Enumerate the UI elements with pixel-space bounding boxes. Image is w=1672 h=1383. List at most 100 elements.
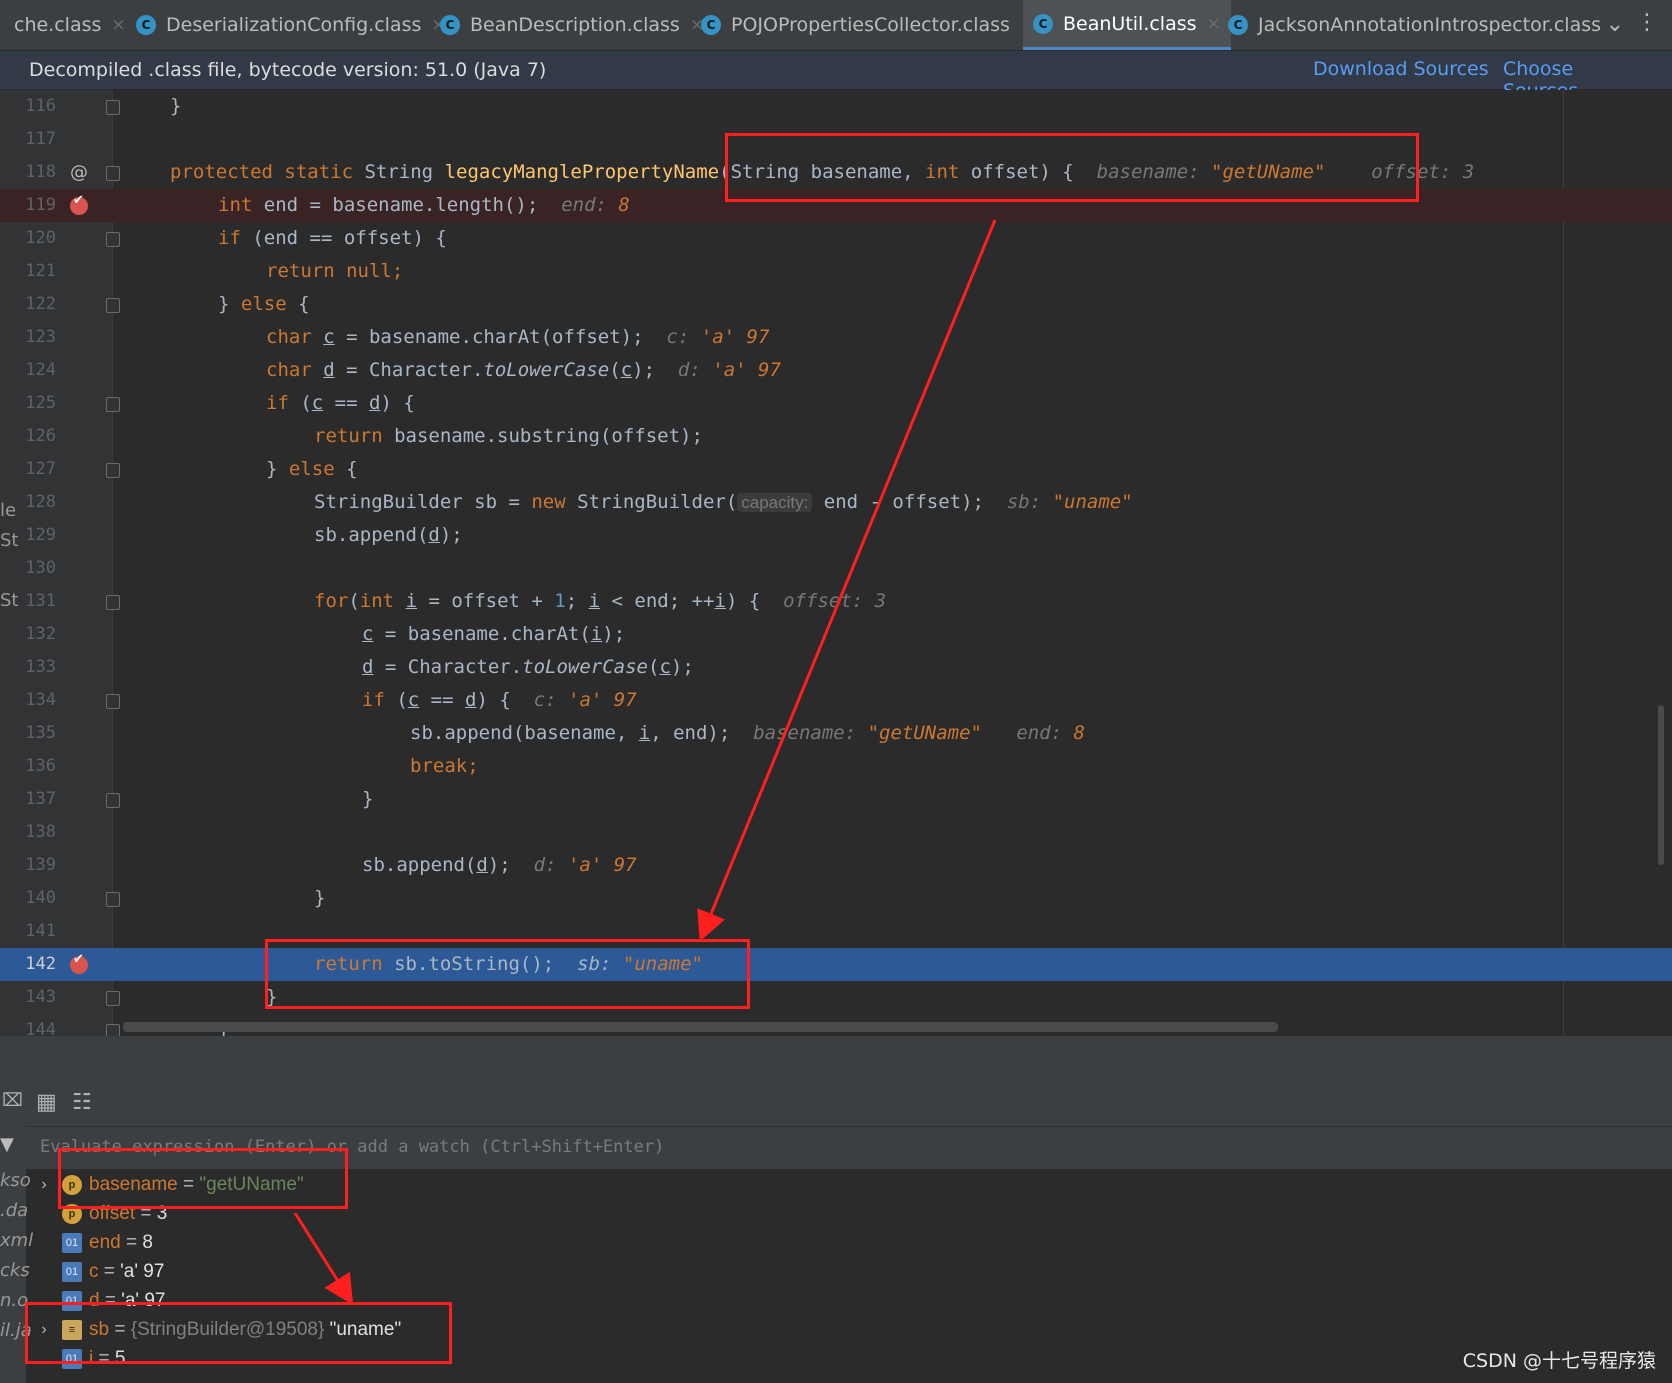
tab-label: BeanDescription.class xyxy=(470,14,680,36)
code-line: 140 } xyxy=(0,882,1672,915)
close-icon[interactable]: × xyxy=(111,15,125,35)
code-text: sb.append(basename, i, end); basename: "… xyxy=(410,722,1085,744)
line-number: 137 xyxy=(25,789,56,809)
tab-label: DeserializationConfig.class xyxy=(166,14,422,36)
variable-row[interactable]: › p basename = "getUName" xyxy=(26,1170,304,1200)
clipped-frame-text: .da xyxy=(0,1200,29,1221)
line-number: 132 xyxy=(25,624,56,644)
tab-label: POJOPropertiesCollector.class xyxy=(731,14,1010,36)
code-line: 138 xyxy=(0,816,1672,849)
tab-label: che.class xyxy=(14,14,102,36)
code-line: 121 return null; xyxy=(0,255,1672,288)
variable-row[interactable]: 01 c = 'a' 97 xyxy=(26,1257,164,1287)
tab-pojo-properties-collector[interactable]: C POJOPropertiesCollector.class × xyxy=(701,0,1034,50)
inline-debug-value: offset: 3 xyxy=(1371,161,1475,183)
fold-icon[interactable] xyxy=(106,166,120,181)
primitive-icon: 01 xyxy=(62,1233,82,1253)
debugger-panel: ⌧ ▦ ☷ ▼ Evaluate expression (Enter) or a… xyxy=(0,1036,1672,1383)
line-number: 135 xyxy=(25,723,56,743)
code-line: 136 break; xyxy=(0,750,1672,783)
line-number: 125 xyxy=(25,393,56,413)
code-text: StringBuilder sb = new StringBuilder(cap… xyxy=(314,491,1133,513)
code-line: 137 } xyxy=(0,783,1672,816)
line-number: 142 xyxy=(25,954,56,974)
more-icon[interactable]: ⋮ xyxy=(1636,10,1658,35)
primitive-icon: 01 xyxy=(62,1349,82,1369)
collapse-arrow-icon[interactable]: ▼ xyxy=(0,1134,14,1155)
fold-icon[interactable] xyxy=(106,100,120,115)
code-text: d = Character.toLowerCase(c); xyxy=(362,656,694,678)
variable-row[interactable]: 01 i = 5 xyxy=(26,1344,125,1374)
line-number: 138 xyxy=(25,822,56,842)
tab-bean-util[interactable]: C BeanUtil.class × xyxy=(1023,0,1231,50)
download-sources-link[interactable]: Download Sources xyxy=(1313,58,1489,80)
debugger-toolbar: ⌧ ▦ ☷ xyxy=(0,1078,1672,1126)
code-line: 132 c = basename.charAt(i); xyxy=(0,618,1672,651)
code-line: 124 char d = Character.toLowerCase(c); d… xyxy=(0,354,1672,387)
tab-jackson-annotation-introspector[interactable]: C JacksonAnnotationIntrospector.class xyxy=(1228,0,1601,50)
fold-icon[interactable] xyxy=(106,991,120,1006)
code-line: 134 if (c == d) { c: 'a' 97 xyxy=(0,684,1672,717)
code-line: 141 xyxy=(0,915,1672,948)
editor-tab-bar: che.class × C DeserializationConfig.clas… xyxy=(0,0,1672,51)
code-line: 143 } xyxy=(0,981,1672,1014)
clipped-panel-text: St xyxy=(0,530,19,551)
fold-icon[interactable] xyxy=(106,1024,120,1036)
code-line: 123 char c = basename.charAt(offset); c:… xyxy=(0,321,1672,354)
object-icon: ≡ xyxy=(62,1320,82,1340)
evaluate-placeholder: Evaluate expression (Enter) or add a wat… xyxy=(40,1137,665,1157)
code-text: } else { xyxy=(266,458,358,480)
watermark: CSDN @十七号程序猿 xyxy=(1462,1350,1656,1372)
fold-icon[interactable] xyxy=(106,298,120,313)
chevron-right-icon[interactable]: › xyxy=(26,1176,62,1194)
code-editor[interactable]: 116 } 117 118 @ protected static String … xyxy=(0,90,1672,1036)
vertical-scrollbar[interactable] xyxy=(1658,705,1664,865)
fold-icon[interactable] xyxy=(106,892,120,907)
table-view-icon[interactable]: ▦ xyxy=(36,1090,57,1115)
code-line: 120 if (end == offset) { xyxy=(0,222,1672,255)
code-text: } xyxy=(314,887,326,909)
variable-row[interactable]: 01 d = 'a' 97 xyxy=(26,1286,165,1316)
parameter-hint: capacity: xyxy=(737,493,813,512)
line-number: 126 xyxy=(25,426,56,446)
code-line: 139 sb.append(d); d: 'a' 97 xyxy=(0,849,1672,882)
fold-icon[interactable] xyxy=(106,595,120,610)
close-icon[interactable]: × xyxy=(1207,14,1221,34)
code-text: for(int i = offset + 1; i < end; ++i) { … xyxy=(314,590,887,612)
line-number: 143 xyxy=(25,987,56,1007)
code-text: } xyxy=(170,95,182,117)
evaluate-expression-input[interactable]: Evaluate expression (Enter) or add a wat… xyxy=(26,1126,1672,1170)
code-line: 126 return basename.substring(offset); xyxy=(0,420,1672,453)
clipped-panel-text: St xyxy=(0,590,19,611)
line-number: 118 xyxy=(25,162,56,182)
variable-row[interactable]: p offset = 3 xyxy=(26,1199,167,1229)
line-number: 124 xyxy=(25,360,56,380)
clipped-frame-text: n.o xyxy=(0,1290,29,1311)
fold-icon[interactable] xyxy=(106,793,120,808)
code-text: if (end == offset) { xyxy=(218,227,447,249)
breakpoint-icon[interactable] xyxy=(70,193,88,215)
line-number: 127 xyxy=(25,459,56,479)
clipped-frame-text: il.ja xyxy=(0,1320,32,1341)
debugger-header xyxy=(0,1036,1672,1079)
breakpoint-icon[interactable] xyxy=(70,952,88,974)
line-number: 119 xyxy=(25,195,56,215)
horizontal-scrollbar[interactable] xyxy=(123,1022,1278,1032)
variable-row[interactable]: › ≡ sb = {StringBuilder@19508} "uname" xyxy=(26,1315,401,1345)
tab-bean-description[interactable]: C BeanDescription.class × xyxy=(440,0,704,50)
code-line: 131 for(int i = offset + 1; i < end; ++i… xyxy=(0,585,1672,618)
variable-row[interactable]: 01 end = 8 xyxy=(26,1228,153,1258)
class-icon: C xyxy=(1228,15,1248,35)
settings-list-icon[interactable]: ☷ xyxy=(72,1090,92,1115)
frames-icon[interactable]: ⌧ xyxy=(2,1090,23,1111)
tab-deserialization-config[interactable]: C DeserializationConfig.class × xyxy=(136,0,446,50)
fold-icon[interactable] xyxy=(106,694,120,709)
annotation-gutter-icon[interactable]: @ xyxy=(70,156,88,189)
fold-icon[interactable] xyxy=(106,397,120,412)
clipped-panel-text: le xyxy=(0,500,17,521)
fold-icon[interactable] xyxy=(106,463,120,478)
tab-che-class[interactable]: che.class × xyxy=(14,0,126,50)
chevron-down-icon[interactable]: ⌄ xyxy=(1606,12,1624,37)
fold-icon[interactable] xyxy=(106,232,120,247)
code-text: char c = basename.charAt(offset); c: 'a'… xyxy=(266,326,770,348)
